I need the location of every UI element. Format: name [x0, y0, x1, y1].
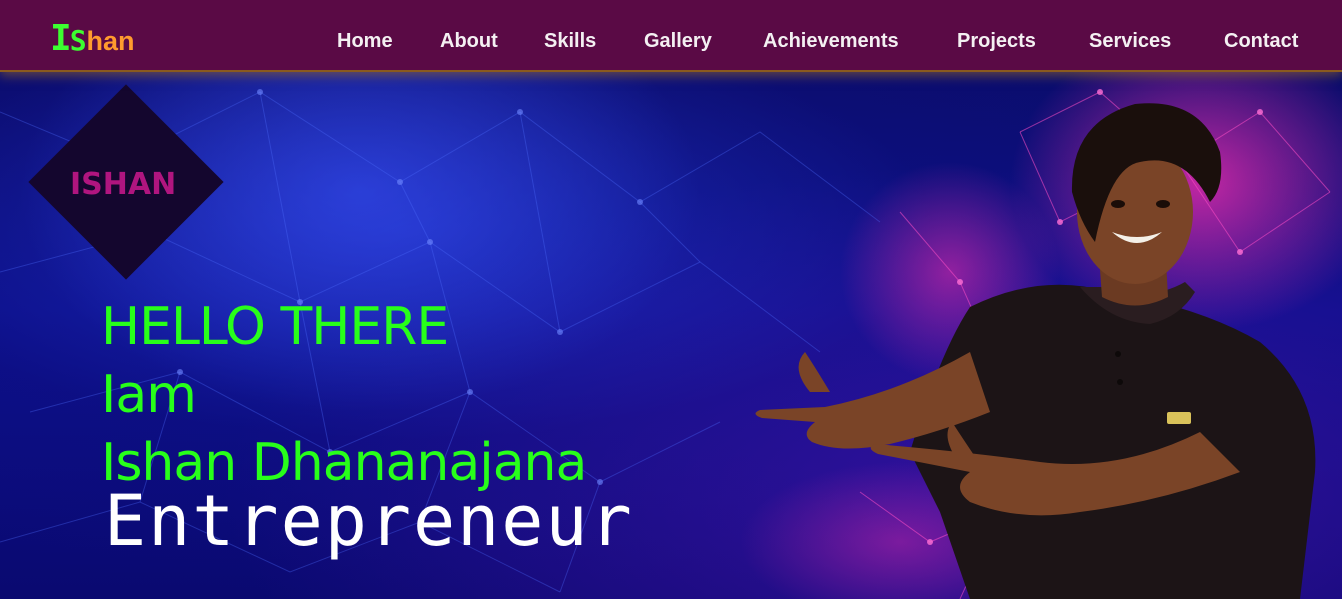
hero-role-text: Entrepreneur	[104, 480, 634, 562]
nav-projects-link[interactable]: Projects	[957, 30, 1036, 53]
logo-rest: han	[86, 26, 135, 56]
nav-services-link[interactable]: Services	[1089, 30, 1171, 53]
site-logo[interactable]: IShan	[50, 18, 135, 59]
hero-iam: Iam	[101, 365, 197, 425]
nav-contact-link[interactable]: Contact	[1224, 30, 1298, 53]
top-navbar: IShan Home About Skills Gallery Achievem…	[0, 0, 1342, 72]
profile-person-photo	[755, 103, 1316, 599]
nav-achievements-link[interactable]: Achievements	[763, 30, 899, 53]
nav-about-link[interactable]: About	[440, 30, 498, 53]
hero-section: ISHAN HELLO THERE Iam Ishan Dhananajana …	[0, 72, 1342, 599]
nav-gallery-link[interactable]: Gallery	[644, 30, 712, 53]
logo-letter-i: I	[50, 18, 72, 59]
hero-greeting: HELLO THERE	[101, 297, 449, 357]
nav-skills-link[interactable]: Skills	[544, 30, 596, 53]
name-badge-text: ISHAN	[70, 167, 177, 202]
logo-letter-s: S	[69, 24, 87, 57]
nav-home-link[interactable]: Home	[337, 30, 393, 53]
